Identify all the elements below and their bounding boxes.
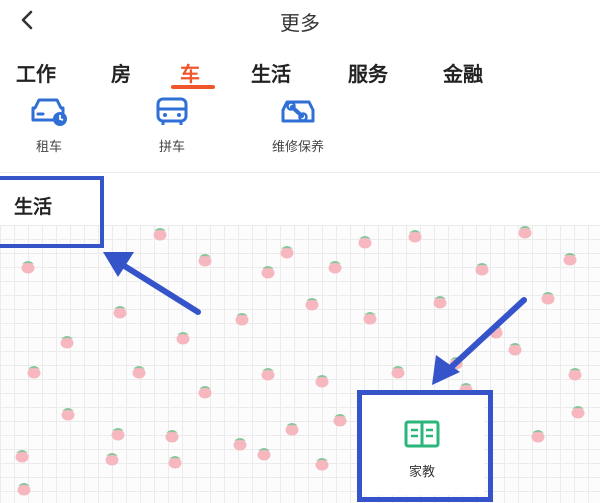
- strawberry-icon: [358, 236, 372, 249]
- strawberry-icon: [165, 430, 179, 443]
- highlight-box: [0, 176, 104, 248]
- tab-services[interactable]: 服务: [348, 58, 388, 87]
- background-pattern: [0, 225, 600, 503]
- section-divider: [0, 172, 600, 173]
- service-rent-car[interactable]: 租车: [0, 94, 104, 155]
- strawberry-icon: [27, 366, 41, 379]
- strawberry-icon: [198, 254, 212, 267]
- bus-icon: [156, 97, 188, 125]
- strawberry-icon: [60, 336, 74, 349]
- strawberry-icon: [285, 423, 299, 436]
- strawberry-icon: [113, 306, 127, 319]
- active-tab-indicator: [171, 85, 215, 89]
- highlight-box: [357, 390, 493, 502]
- strawberry-icon: [153, 228, 167, 241]
- strawberry-icon: [433, 296, 447, 309]
- strawberry-icon: [305, 298, 319, 311]
- strawberry-icon: [235, 313, 249, 326]
- strawberry-icon: [328, 261, 342, 274]
- tab-life[interactable]: 生活: [251, 58, 291, 87]
- strawberry-icon: [261, 266, 275, 279]
- car-services: 租车 拼车 维修保养: [0, 94, 600, 166]
- strawberry-icon: [541, 292, 555, 305]
- strawberry-icon: [449, 357, 463, 370]
- strawberry-icon: [363, 312, 377, 325]
- strawberry-icon: [563, 253, 577, 266]
- service-carpool[interactable]: 拼车: [117, 94, 227, 155]
- car-clock-icon: [31, 98, 67, 126]
- strawberry-icon: [315, 458, 329, 471]
- strawberry-icon: [333, 414, 347, 427]
- strawberry-icon: [280, 246, 294, 259]
- strawberry-icon: [531, 430, 545, 443]
- strawberry-icon: [21, 261, 35, 274]
- strawberry-icon: [508, 343, 522, 356]
- category-tabs: 工作 房 车 生活 服务 金融: [0, 52, 600, 92]
- strawberry-icon: [132, 366, 146, 379]
- service-label: 维修保养: [271, 140, 324, 155]
- strawberry-icon: [489, 326, 503, 339]
- tab-car[interactable]: 车: [180, 58, 200, 87]
- strawberry-icon: [15, 450, 29, 463]
- strawberry-icon: [176, 332, 190, 345]
- header-bar: 更多: [0, 0, 600, 42]
- strawberry-icon: [571, 406, 585, 419]
- strawberry-icon: [111, 428, 125, 441]
- strawberry-icon: [261, 368, 275, 381]
- tab-finance[interactable]: 金融: [443, 58, 483, 87]
- service-repair[interactable]: 维修保养: [243, 94, 353, 155]
- strawberry-icon: [475, 263, 489, 276]
- strawberry-icon: [257, 448, 271, 461]
- strawberry-pattern: [15, 226, 585, 496]
- strawberry-icon: [408, 230, 422, 243]
- strawberry-icon: [391, 366, 405, 379]
- strawberry-icon: [168, 456, 182, 469]
- strawberry-icon: [105, 453, 119, 466]
- tab-house[interactable]: 房: [111, 58, 131, 87]
- service-label: 拼车: [158, 140, 185, 155]
- strawberry-icon: [233, 438, 247, 451]
- strawberry-icon: [17, 483, 31, 496]
- tab-work[interactable]: 工作: [16, 58, 56, 87]
- wrench-car-icon: [281, 100, 315, 123]
- strawberry-icon: [61, 408, 75, 421]
- strawberry-icon: [198, 386, 212, 399]
- strawberry-icon: [518, 226, 532, 239]
- strawberry-icon: [568, 368, 582, 381]
- strawberry-icon: [315, 375, 329, 388]
- service-label: 租车: [35, 140, 62, 155]
- page-title: 更多: [280, 11, 320, 35]
